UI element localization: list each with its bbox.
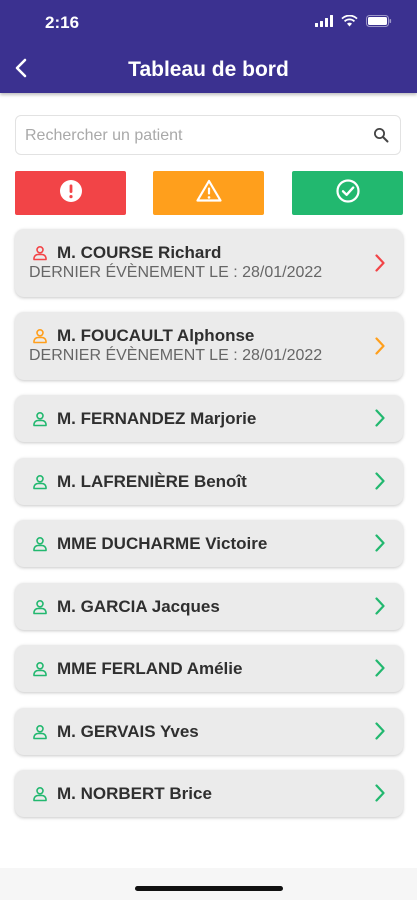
chevron-right-icon	[374, 658, 386, 683]
patient-card[interactable]: M. FOUCAULT Alphonse DERNIER ÉVÈNEMENT L…	[15, 312, 403, 380]
chevron-right-icon	[374, 533, 386, 558]
signal-icon	[315, 14, 333, 32]
search-box	[15, 115, 401, 156]
search-icon[interactable]	[373, 127, 389, 148]
filter-ok-button[interactable]	[292, 171, 403, 215]
patient-name: M. GARCIA Jacques	[57, 597, 220, 616]
home-indicator	[135, 886, 283, 891]
patient-card[interactable]: M. COURSE Richard DERNIER ÉVÈNEMENT LE :…	[15, 229, 403, 297]
chevron-right-icon	[374, 408, 386, 433]
chevron-right-icon	[374, 471, 386, 496]
person-ok-icon	[32, 474, 48, 495]
battery-icon	[366, 14, 392, 32]
patient-name: M. COURSE Richard	[57, 243, 222, 262]
status-time: 2:16	[45, 13, 80, 32]
bottom-safe-area	[0, 868, 417, 900]
person-ok-icon	[32, 661, 48, 682]
patient-name: M. NORBERT Brice	[57, 784, 212, 803]
person-ok-icon	[32, 599, 48, 620]
chevron-right-icon	[374, 253, 386, 278]
patient-last-event: DERNIER ÉVÈNEMENT LE : 28/01/2022	[29, 347, 323, 364]
person-alert-icon	[32, 245, 48, 266]
patient-card[interactable]: M. FERNANDEZ Marjorie	[15, 395, 403, 442]
filter-alert-button[interactable]	[15, 171, 126, 215]
person-warning-icon	[32, 328, 48, 349]
status-icons	[315, 14, 392, 32]
patient-name: M. LAFRENIÈRE Benoît	[57, 472, 247, 491]
person-ok-icon	[32, 536, 48, 557]
chevron-right-icon	[374, 721, 386, 746]
person-ok-icon	[32, 724, 48, 745]
chevron-right-icon	[374, 783, 386, 808]
patient-card[interactable]: M. GERVAIS Yves	[15, 708, 403, 755]
wifi-icon	[341, 14, 358, 32]
app-header: 2:16 Tableau de bord	[0, 0, 417, 93]
patient-name: MME DUCHARME Victoire	[57, 534, 268, 553]
filter-warning-button[interactable]	[153, 171, 264, 215]
check-circle-icon	[335, 178, 361, 209]
patient-card[interactable]: MME FERLAND Amélie	[15, 645, 403, 692]
page-title: Tableau de bord	[128, 58, 289, 81]
patient-name: M. FERNANDEZ Marjorie	[57, 409, 257, 428]
chevron-right-icon	[374, 596, 386, 621]
person-ok-icon	[32, 411, 48, 432]
patient-card[interactable]: M. NORBERT Brice	[15, 770, 403, 817]
warning-triangle-icon	[195, 178, 223, 209]
patient-name: MME FERLAND Amélie	[57, 659, 243, 678]
patient-last-event: DERNIER ÉVÈNEMENT LE : 28/01/2022	[29, 264, 323, 281]
search-input[interactable]	[23, 116, 367, 156]
patient-card[interactable]: M. LAFRENIÈRE Benoît	[15, 458, 403, 505]
patient-name: M. FOUCAULT Alphonse	[57, 326, 255, 345]
person-ok-icon	[32, 786, 48, 807]
patient-card[interactable]: MME DUCHARME Victoire	[15, 520, 403, 567]
patient-card[interactable]: M. GARCIA Jacques	[15, 583, 403, 630]
patient-name: M. GERVAIS Yves	[57, 722, 199, 741]
chevron-right-icon	[374, 336, 386, 361]
exclamation-icon	[58, 178, 84, 209]
